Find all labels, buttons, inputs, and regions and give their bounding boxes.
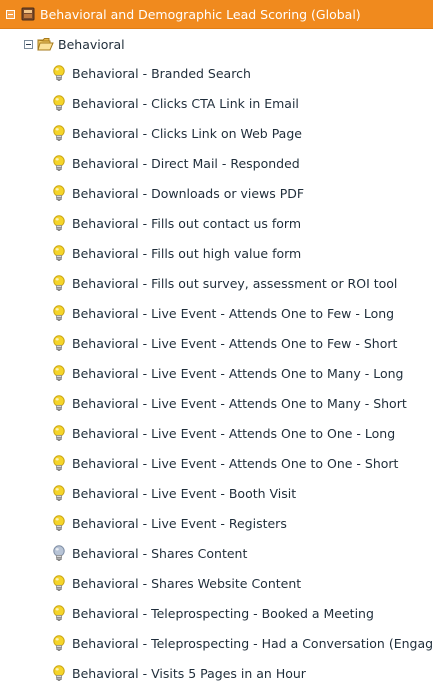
campaign-label: Behavioral - Live Event - Attends One to… xyxy=(72,455,399,471)
campaign-bulb-icon xyxy=(53,154,65,171)
tree-node-campaign[interactable]: Behavioral - Live Event - Attends One to… xyxy=(0,328,433,358)
campaign-label: Behavioral - Fills out high value form xyxy=(72,245,302,261)
campaign-bulb-icon xyxy=(53,94,65,111)
campaign-label: Behavioral - Fills out survey, assessmen… xyxy=(72,275,398,291)
campaign-bulb-icon xyxy=(53,394,65,411)
tree-node-campaign[interactable]: Behavioral - Teleprospecting - Had a Con… xyxy=(0,628,433,658)
tree-node-campaign[interactable]: Behavioral - Live Event - Attends One to… xyxy=(0,388,433,418)
tree-node-campaign[interactable]: Behavioral - Live Event - Registers xyxy=(0,508,433,538)
campaign-bulb-icon xyxy=(53,184,65,201)
tree-node-campaign[interactable]: Behavioral - Fills out survey, assessmen… xyxy=(0,268,433,298)
campaign-label: Behavioral - Live Event - Attends One to… xyxy=(72,335,398,351)
folder-label: Behavioral xyxy=(58,36,125,52)
campaign-label: Behavioral - Teleprospecting - Had a Con… xyxy=(72,635,433,651)
tree-node-campaign[interactable]: Behavioral - Teleprospecting - Booked a … xyxy=(0,598,433,628)
campaign-bulb-icon xyxy=(53,424,65,441)
tree-node-campaign[interactable]: Behavioral - Live Event - Attends One to… xyxy=(0,448,433,478)
campaign-label: Behavioral - Live Event - Attends One to… xyxy=(72,425,396,441)
campaign-bulb-icon xyxy=(53,664,65,681)
tree-node-campaign[interactable]: Behavioral - Shares Content xyxy=(0,538,433,568)
campaign-bulb-icon xyxy=(53,484,65,501)
campaign-bulb-icon xyxy=(53,304,65,321)
campaign-bulb-icon xyxy=(53,364,65,381)
tree-node-campaign[interactable]: Behavioral - Visits 5 Pages in an Hour xyxy=(0,658,433,687)
campaign-bulb-icon xyxy=(53,574,65,591)
program-tree: Behavioral and Demographic Lead Scoring … xyxy=(0,0,433,687)
tree-node-campaign[interactable]: Behavioral - Shares Website Content xyxy=(0,568,433,598)
tree-node-campaign[interactable]: Behavioral - Downloads or views PDF xyxy=(0,178,433,208)
tree-node-program[interactable]: Behavioral and Demographic Lead Scoring … xyxy=(0,0,433,29)
campaign-label: Behavioral - Clicks Link on Web Page xyxy=(72,125,302,141)
campaign-label: Behavioral - Live Event - Registers xyxy=(72,515,287,531)
campaign-bulb-icon xyxy=(53,634,65,651)
tree-node-folder[interactable]: Behavioral xyxy=(0,31,125,57)
campaign-list: Behavioral - Branded Search Behavioral - … xyxy=(0,58,433,687)
tree-node-campaign[interactable]: Behavioral - Fills out high value form xyxy=(0,238,433,268)
campaign-label: Behavioral - Branded Search xyxy=(72,65,251,81)
campaign-label: Behavioral - Downloads or views PDF xyxy=(72,185,305,201)
tree-node-campaign[interactable]: Behavioral - Live Event - Attends One to… xyxy=(0,358,433,388)
campaign-bulb-icon xyxy=(53,454,65,471)
campaign-label: Behavioral - Shares Content xyxy=(72,545,248,561)
campaign-label: Behavioral - Live Event - Attends One to… xyxy=(72,305,395,321)
program-label: Behavioral and Demographic Lead Scoring … xyxy=(40,6,361,22)
campaign-bulb-icon xyxy=(53,244,65,261)
campaign-label: Behavioral - Visits 5 Pages in an Hour xyxy=(72,665,306,681)
campaign-bulb-icon xyxy=(53,214,65,231)
collapse-toggle-icon[interactable] xyxy=(6,9,15,19)
campaign-label: Behavioral - Teleprospecting - Booked a … xyxy=(72,605,374,621)
collapse-toggle-icon[interactable] xyxy=(24,39,33,49)
campaign-bulb-icon xyxy=(53,334,65,351)
campaign-label: Behavioral - Live Event - Booth Visit xyxy=(72,485,297,501)
campaign-label: Behavioral - Live Event - Attends One to… xyxy=(72,365,404,381)
campaign-label: Behavioral - Live Event - Attends One to… xyxy=(72,395,407,411)
campaign-bulb-icon xyxy=(53,64,65,81)
inactive-campaign-bulb-icon xyxy=(53,544,65,561)
program-icon xyxy=(21,7,35,21)
campaign-bulb-icon xyxy=(53,514,65,531)
campaign-bulb-icon xyxy=(53,604,65,621)
campaign-label: Behavioral - Direct Mail - Responded xyxy=(72,155,300,171)
tree-node-campaign[interactable]: Behavioral - Direct Mail - Responded xyxy=(0,148,433,178)
tree-node-campaign[interactable]: Behavioral - Branded Search xyxy=(0,58,433,88)
tree-node-campaign[interactable]: Behavioral - Clicks Link on Web Page xyxy=(0,118,433,148)
campaign-bulb-icon xyxy=(53,124,65,141)
tree-node-campaign[interactable]: Behavioral - Live Event - Booth Visit xyxy=(0,478,433,508)
tree-node-campaign[interactable]: Behavioral - Live Event - Attends One to… xyxy=(0,418,433,448)
folder-icon xyxy=(37,38,54,51)
campaign-label: Behavioral - Clicks CTA Link in Email xyxy=(72,95,299,111)
campaign-label: Behavioral - Fills out contact us form xyxy=(72,215,302,231)
campaign-label: Behavioral - Shares Website Content xyxy=(72,575,302,591)
tree-node-campaign[interactable]: Behavioral - Live Event - Attends One to… xyxy=(0,298,433,328)
campaign-bulb-icon xyxy=(53,274,65,291)
tree-node-campaign[interactable]: Behavioral - Clicks CTA Link in Email xyxy=(0,88,433,118)
tree-node-campaign[interactable]: Behavioral - Fills out contact us form xyxy=(0,208,433,238)
